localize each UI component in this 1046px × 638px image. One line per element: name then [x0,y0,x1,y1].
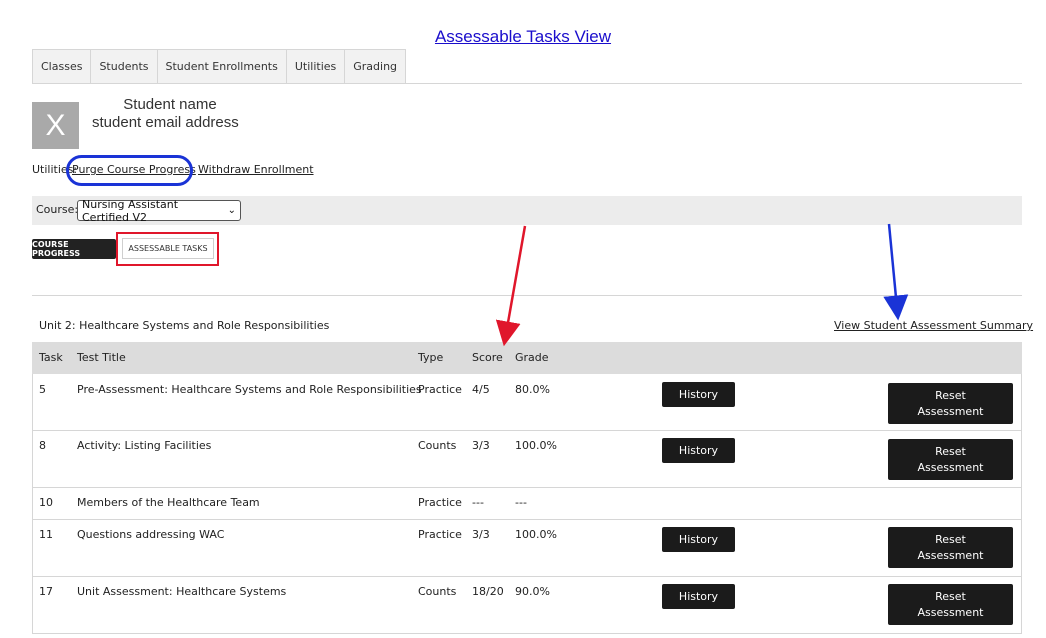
row-1-grade: 80.0% [515,383,550,396]
row-3-score: --- [472,496,484,509]
row-4-type: Practice [418,528,462,541]
row-5-grade: 90.0% [515,585,550,598]
row-4-reset-assessment-button[interactable]: Reset Assessment [888,527,1013,568]
row-1-task: 5 [39,383,46,396]
student-name: Student name [123,96,217,113]
row-1-title: Pre-Assessment: Healthcare Systems and R… [77,383,422,396]
tab-students[interactable]: Students [90,49,157,84]
row-5-title: Unit Assessment: Healthcare Systems [77,585,287,598]
unit-title: Unit 2: Healthcare Systems and Role Resp… [39,319,330,332]
row-4-grade: 100.0% [515,528,557,541]
column-header-test-title: Test Title [77,351,126,364]
course-select[interactable]: Nursing Assistant Certified V2 ⌄ [77,197,241,224]
row-5-reset-assessment-button[interactable]: Reset Assessment [888,584,1013,625]
table-left-border [32,374,33,634]
row-1-history-button[interactable]: History [662,382,735,407]
student-email: student email address [92,114,239,131]
row-4-title: Questions addressing WAC [77,528,225,541]
reset-label: Assessment [917,404,984,418]
column-header-task: Task [39,351,63,364]
row-3-task: 10 [39,496,53,509]
reset-label: Reset [935,532,966,546]
reset-label: Assessment [917,548,984,562]
column-header-grade: Grade [515,351,549,364]
view-assessment-summary-link[interactable]: View Student Assessment Summary [834,319,1033,332]
row-divider [32,487,1022,488]
row-4-history-button[interactable]: History [662,527,735,552]
reset-label: Reset [935,589,966,603]
course-label: Course: [36,203,79,216]
reset-label: Reset [935,444,966,458]
row-5-score: 18/20 [472,585,504,598]
column-header-score: Score [472,351,503,364]
tabs-divider [32,83,1022,84]
assessable-tasks-button[interactable]: ASSESSABLE TASKS [122,238,214,259]
row-divider [32,576,1022,577]
course-progress-button[interactable]: COURSE PROGRESS [32,239,116,259]
tab-classes[interactable]: Classes [32,49,91,84]
course-select-value: Nursing Assistant Certified V2 [82,197,179,224]
row-divider [32,519,1022,520]
row-2-type: Counts [418,439,457,452]
table-right-border [1021,374,1022,634]
row-2-history-button[interactable]: History [662,438,735,463]
row-divider [32,430,1022,431]
page-title[interactable]: Assessable Tasks View [0,27,1046,47]
row-3-type: Practice [418,496,462,509]
row-2-reset-assessment-button[interactable]: Reset Assessment [888,439,1013,480]
row-1-score: 4/5 [472,383,490,396]
tab-grading[interactable]: Grading [344,49,407,84]
row-3-grade: --- [515,496,527,509]
row-divider [32,633,1022,634]
nav-tabs: Classes Students Student Enrollments Uti… [32,49,407,84]
row-3-title: Members of the Healthcare Team [77,496,260,509]
row-2-grade: 100.0% [515,439,557,452]
row-5-task: 17 [39,585,53,598]
red-arrow [495,225,527,347]
row-2-task: 8 [39,439,46,452]
row-2-title: Activity: Listing Facilities [77,439,212,452]
row-5-history-button[interactable]: History [662,584,735,609]
annotation-blue-oval [66,155,193,186]
reset-label: Assessment [917,460,984,474]
row-1-reset-assessment-button[interactable]: Reset Assessment [888,383,1013,424]
column-header-type: Type [418,351,444,364]
row-1-type: Practice [418,383,462,396]
row-2-score: 3/3 [472,439,490,452]
reset-label: Reset [935,388,966,402]
tab-utilities[interactable]: Utilities [285,49,345,84]
chevron-down-icon: ⌄ [227,205,236,216]
reset-label: Assessment [917,605,984,619]
withdraw-enrollment-link[interactable]: Withdraw Enrollment [198,163,314,176]
section-divider [32,295,1022,296]
row-5-type: Counts [418,585,457,598]
tab-student-enrollments[interactable]: Student Enrollments [156,49,286,84]
row-4-score: 3/3 [472,528,490,541]
row-4-task: 11 [39,528,53,541]
